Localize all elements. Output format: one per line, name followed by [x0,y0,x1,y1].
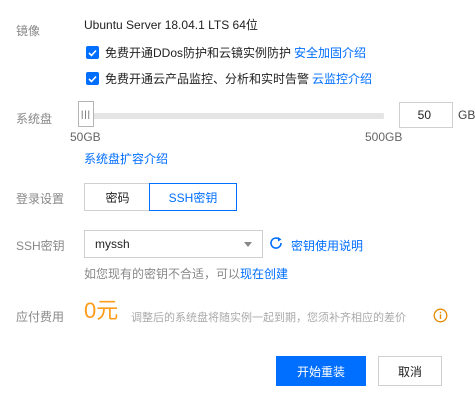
ssh-selected-value: myssh [95,237,130,251]
ssh-hint-text: 如您现有的密钥不合适，可以 [84,267,241,281]
disk-size-input[interactable]: 50 [399,102,453,128]
tab-password[interactable]: 密码 [84,183,150,211]
monitor-intro-link[interactable]: 云监控介绍 [312,70,372,87]
disk-max-label: 500GB [365,130,403,144]
ssh-hint: 如您现有的密钥不合适，可以现在创建 [84,265,288,282]
image-label: 镜像 [16,24,41,38]
key-usage-link[interactable]: 密钥使用说明 [291,237,363,254]
refresh-icon[interactable] [268,235,284,254]
disk-unit: GB [458,108,475,122]
start-reinstall-button[interactable]: 开始重装 [276,356,366,386]
disk-label: 系统盘 [16,112,53,126]
option-monitor-text: 免费开通云产品监控、分析和实时告警 [105,72,310,86]
ssh-label: SSH密钥 [16,239,65,253]
cancel-button[interactable]: 取消 [378,356,442,386]
checkbox-checked-icon[interactable] [86,72,99,85]
disk-slider-track[interactable] [84,113,384,119]
ssh-key-select[interactable]: myssh [84,230,263,258]
image-value: Ubuntu Server 18.04.1 LTS 64位 [84,18,258,32]
login-label: 登录设置 [16,192,65,206]
fee-amount: 0元 [84,298,119,323]
option-security-text: 免费开通DDos防护和云镜实例防护 [105,46,292,60]
disk-slider-handle[interactable]: ||| [78,101,94,127]
checkbox-checked-icon[interactable] [86,46,99,59]
chevron-down-icon [244,241,252,247]
security-intro-link[interactable]: 安全加固介绍 [294,44,366,61]
option-monitor[interactable]: 免费开通云产品监控、分析和实时告警 云监控介绍 [86,70,372,87]
fee-note: 调整后的系统盘将随实例一起到期，您须补齐相应的差价 [131,312,406,324]
info-icon[interactable] [433,308,448,326]
disk-min-label: 50GB [70,130,101,144]
option-security[interactable]: 免费开通DDos防护和云镜实例防护 安全加固介绍 [86,44,366,61]
disk-expand-link[interactable]: 系统盘扩容介绍 [84,150,168,167]
create-key-link[interactable]: 现在创建 [240,267,288,281]
tab-ssh-key[interactable]: SSH密钥 [149,183,237,211]
fee-label: 应付费用 [16,310,65,324]
